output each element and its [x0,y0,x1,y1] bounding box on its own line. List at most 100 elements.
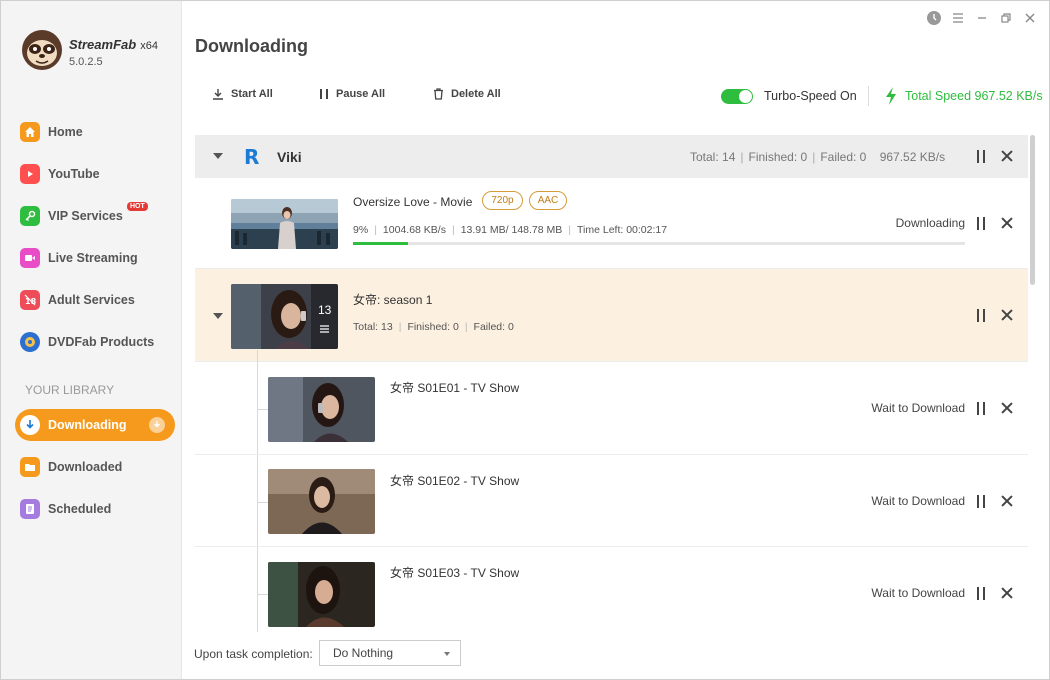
delete-item-button[interactable] [1001,402,1013,414]
status-text: Wait to Download [871,586,965,600]
dvdfab-icon [20,332,40,352]
pause-item-button[interactable] [976,587,986,600]
pause-item-button[interactable] [976,217,986,230]
start-all-button[interactable]: Start All [212,88,273,100]
start-all-label: Start All [231,88,273,100]
brand-name: StreamFab x64 [69,37,158,52]
episode-count: 13 [318,303,332,317]
sidebar-item-label: Downloading [48,418,127,432]
app-version: 5.0.2.5 [69,56,103,68]
download-icon [20,415,40,435]
sidebar-item-dvdfab-products[interactable]: DVDFab Products [15,326,175,358]
hot-badge: HOT [127,202,148,211]
sidebar-item-adult-services[interactable]: 18 Adult Services [15,284,175,316]
sidebar-item-label: VIP Services [48,209,123,223]
sloth-logo [22,30,62,70]
episode-item: 女帝 S01E02 - TV Show Wait to Download [195,455,1028,547]
youtube-icon [20,164,40,184]
restore-icon[interactable] [998,10,1014,26]
pause-season-button[interactable] [976,309,986,322]
sidebar-item-downloading[interactable]: Downloading [15,409,175,441]
turbo-speed-label: Turbo-Speed On [764,89,857,103]
season-title: 女帝: season 1 [353,293,433,307]
sidebar-item-youtube[interactable]: YouTube [15,158,175,190]
total-speed: Total Speed 967.52 KB/s [905,89,1043,103]
divider [868,86,869,106]
download-item-movie: Oversize Love - Movie 720p AAC 9% | 1004.6… [195,178,1028,269]
completion-label: Upon task completion: [194,647,313,661]
home-icon [20,122,40,142]
sidebar: StreamFab x64 5.0.2.5 Home YouTube VIP Se… [1,1,182,679]
pause-icon [319,88,329,100]
delete-all-button[interactable]: Delete All [433,88,501,100]
playlist-icon [320,325,329,333]
minimize-icon[interactable] [974,10,990,26]
episode-item: 女帝 S01E03 - TV Show Wait to Download [195,547,1028,632]
sidebar-item-live-streaming[interactable]: Live Streaming [15,242,175,274]
delete-item-button[interactable] [1001,217,1013,229]
folder-icon [20,457,40,477]
brand-arch: x64 [140,40,158,52]
progress-bar [353,242,965,245]
video-camera-icon [20,248,40,268]
pause-group-button[interactable] [976,150,986,163]
site-group-header: R Viki Total: 14 | Finished: 0 | Failed: 0 9… [195,135,1028,178]
sidebar-item-label: Downloaded [48,460,123,474]
delete-item-button[interactable] [1001,495,1013,507]
status-text: Wait to Download [871,494,965,508]
collapse-caret-icon[interactable] [213,313,223,319]
pause-item-button[interactable] [976,495,986,508]
sidebar-item-label: DVDFab Products [48,335,155,349]
delete-all-label: Delete All [451,88,501,100]
sidebar-item-scheduled[interactable]: Scheduled [15,493,175,525]
episode-thumbnail [268,562,375,627]
site-name: Viki [277,149,302,165]
completion-select[interactable]: Do Nothing [319,640,461,666]
sidebar-item-home[interactable]: Home [15,116,175,148]
turbo-speed-toggle[interactable] [721,89,753,104]
delete-season-button[interactable] [1001,309,1013,321]
download-arrow-icon [212,88,224,100]
library-heading: YOUR LIBRARY [25,383,115,397]
collapse-caret-icon[interactable] [213,153,223,159]
status-text: Wait to Download [871,401,965,415]
progress-fill [353,242,409,245]
delete-item-button[interactable] [1001,587,1013,599]
episode-title: 女帝 S01E03 - TV Show [390,566,520,580]
episode-item: 女帝 S01E01 - TV Show Wait to Download [195,362,1028,455]
close-group-button[interactable] [1001,150,1013,162]
page-title: Downloading [195,36,308,56]
season-stats: Total: 13 | Finished: 0 | Failed: 0 [353,321,514,333]
chevron-down-icon [444,652,450,656]
sidebar-item-label: Home [48,125,83,139]
quality-tag: 720p [482,191,523,210]
adult-icon: 18 [20,290,40,310]
list-scrollbar[interactable] [1030,135,1035,285]
key-icon [20,206,40,226]
pause-all-label: Pause All [336,88,386,100]
sidebar-item-downloaded[interactable]: Downloaded [15,451,175,483]
download-list: R Viki Total: 14 | Finished: 0 | Failed: 0 9… [195,135,1028,632]
pause-item-button[interactable] [976,402,986,415]
season-item: 13 女帝: season 1 Total: 13 | Finished: 0 | Fa… [195,269,1028,362]
movie-thumbnail [231,199,338,249]
status-text: Downloading [895,216,965,230]
download-meta: 9% | 1004.68 KB/s | 13.91 MB/ 148.78 MB | Time… [353,224,668,236]
sidebar-item-label: Scheduled [48,502,112,516]
audio-tag: AAC [529,191,567,210]
sidebar-item-label: YouTube [48,167,100,181]
episode-title: 女帝 S01E02 - TV Show [390,474,520,488]
item-title: Oversize Love - Movie [353,195,473,209]
select-value: Do Nothing [333,646,394,660]
lightning-icon [886,87,896,105]
sidebar-item-label: Live Streaming [48,251,138,265]
schedule-icon [20,499,40,519]
menu-icon[interactable] [950,10,966,26]
pause-all-button[interactable]: Pause All [319,88,385,100]
trash-icon [433,88,444,100]
clock-icon[interactable] [926,10,942,26]
sidebar-item-vip-services[interactable]: VIP Services HOT [15,200,175,232]
window-controls [926,10,1038,26]
episode-thumbnail [268,377,375,442]
close-window-icon[interactable] [1022,10,1038,26]
